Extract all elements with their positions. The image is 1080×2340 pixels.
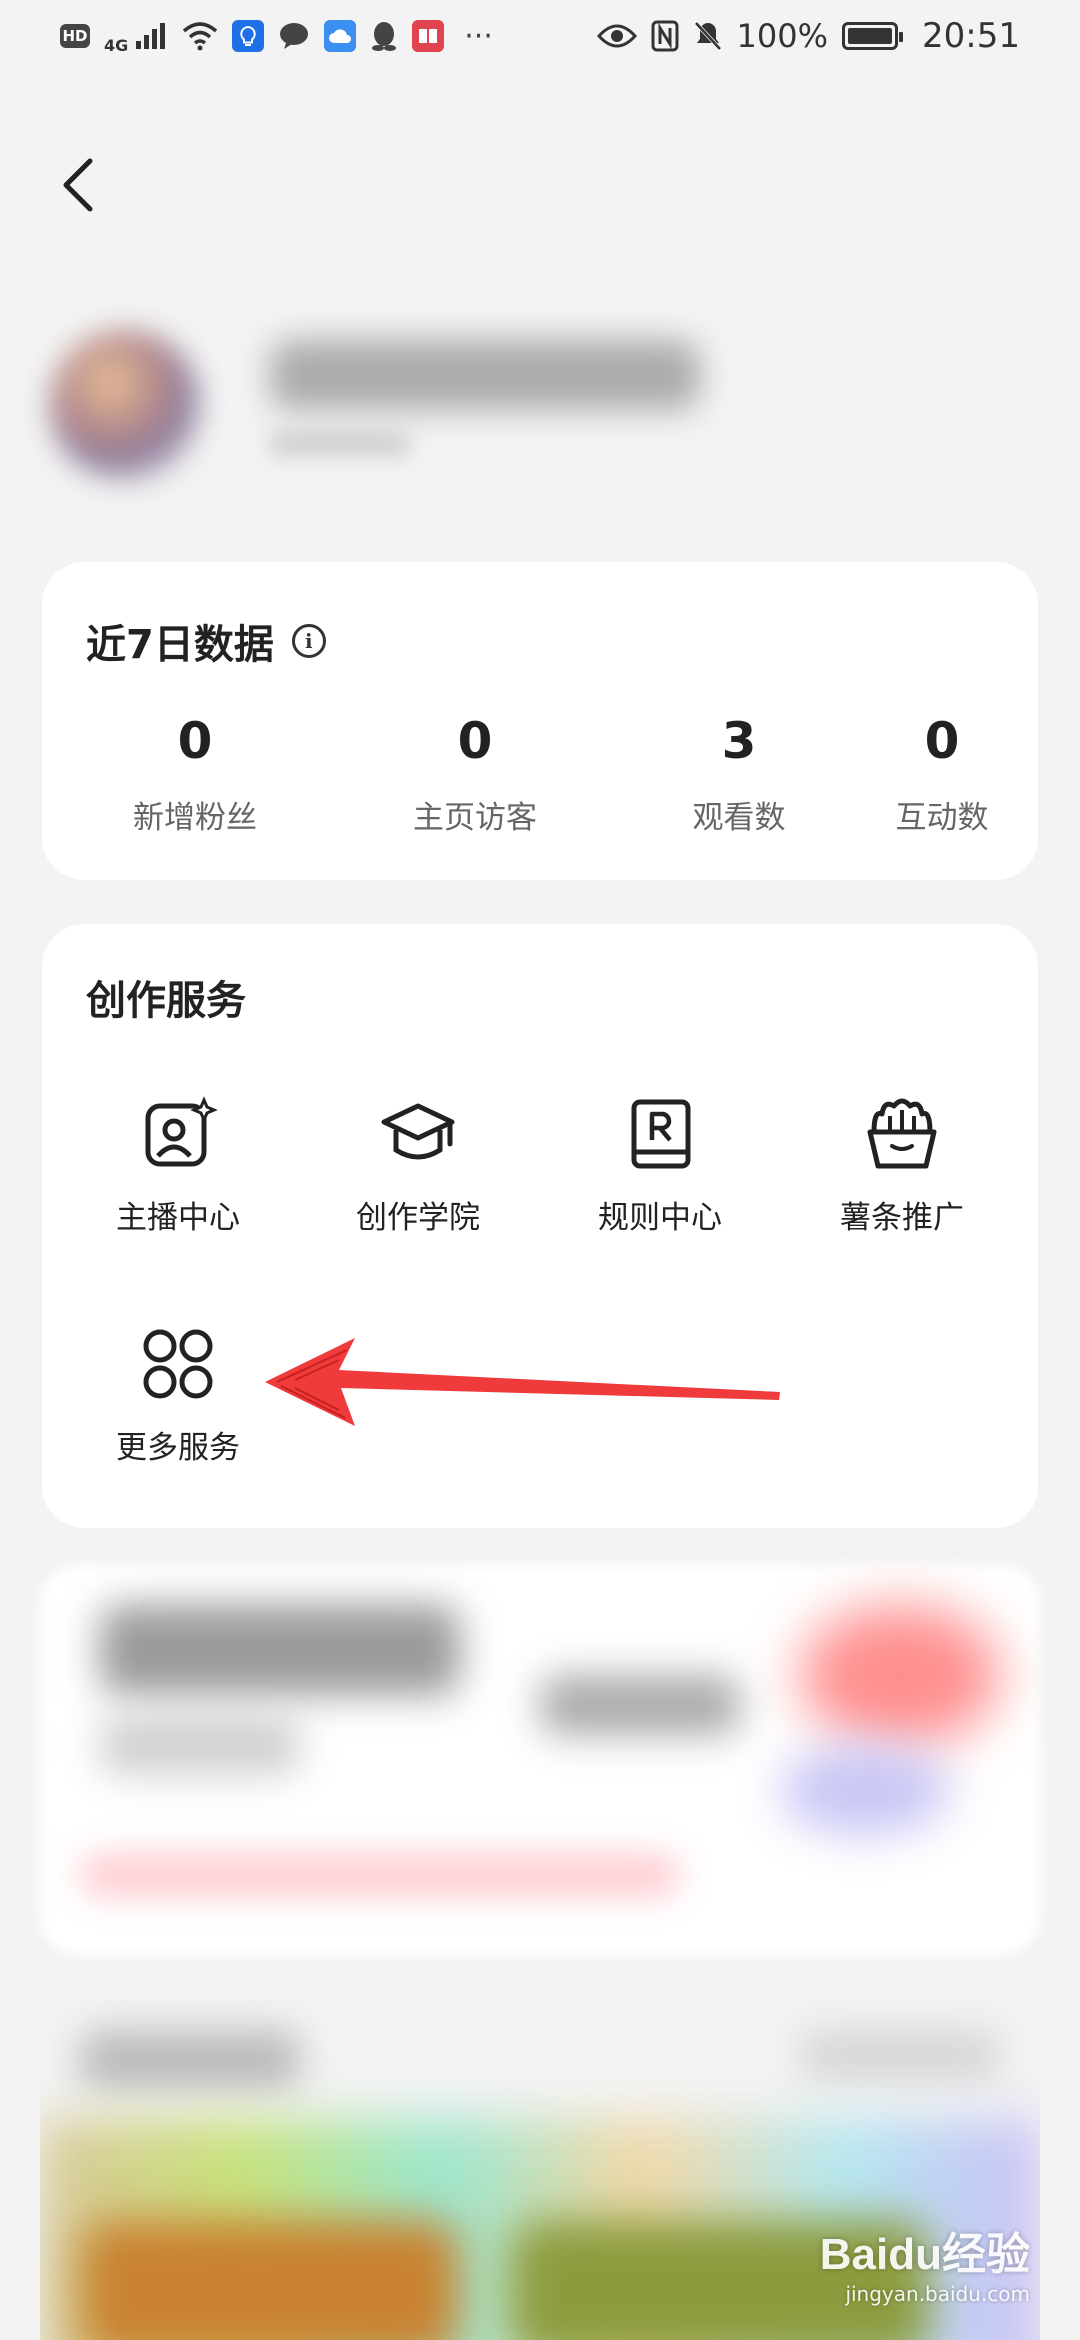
service-creation-academy[interactable]: 创作学院: [318, 1094, 518, 1237]
services-title: 创作服务: [86, 978, 246, 1024]
anchor-center-icon: [145, 1096, 218, 1167]
rules-book-icon: [631, 1099, 691, 1169]
battery-icon: [842, 22, 904, 50]
clock: 20:51: [922, 16, 1020, 56]
fries-icon: [867, 1098, 937, 1169]
service-fries-promotion[interactable]: 薯条推广: [802, 1094, 1002, 1237]
nfc-icon: [651, 20, 679, 52]
cloud-app-icon: [324, 20, 357, 52]
avatar: [50, 330, 200, 480]
status-left: HD 4G ···: [60, 18, 493, 55]
stat-label: 新增粉丝: [133, 800, 257, 836]
more-notifications-icon: ···: [464, 18, 493, 54]
stat-value: 0: [924, 712, 960, 770]
stat-profile-visitors[interactable]: 0 主页访客: [375, 712, 575, 837]
baidu-watermark: Baidu经验 jingyan.baidu.com: [820, 2218, 1030, 2306]
chevron-left-icon: [63, 158, 93, 212]
service-label: 更多服务: [116, 1430, 240, 1466]
username-blurred: [270, 340, 700, 410]
service-more-services[interactable]: 更多服务: [78, 1324, 278, 1467]
status-bar: HD 4G ··· 100% 20:51: [0, 0, 1080, 72]
eye-icon: [596, 24, 637, 48]
blurred-promo-card[interactable]: [40, 1565, 1040, 1955]
grid-circles-icon: [143, 1329, 213, 1399]
chat-bubble-icon: [280, 23, 309, 49]
recent-data-header: 近7日数据 i: [86, 612, 326, 670]
watermark-logo: Baidu经验: [819, 2230, 1030, 2279]
graduation-cap-icon: [381, 1103, 455, 1160]
stat-label: 主页访客: [413, 800, 537, 836]
status-right: 100% 20:51: [596, 16, 1020, 56]
stat-value: 3: [721, 712, 757, 770]
battery-percent: 100%: [736, 17, 829, 55]
bell-muted-icon: [694, 21, 722, 51]
user-subtitle-blurred: [270, 430, 410, 456]
watermark-url: jingyan.baidu.com: [845, 2282, 1030, 2306]
penguin-icon: [372, 22, 397, 51]
reader-app-icon: [412, 20, 445, 52]
stat-label: 互动数: [895, 800, 989, 836]
stat-views[interactable]: 3 观看数: [639, 712, 839, 837]
info-icon[interactable]: i: [291, 624, 326, 658]
network-indicator: 4G: [104, 35, 129, 55]
stat-label: 观看数: [692, 800, 786, 836]
stat-interactions[interactable]: 0 互动数: [842, 712, 1042, 837]
recent-data-card: 近7日数据 i 0 新增粉丝 0 主页访客 3 观看数 0 互动数: [42, 562, 1038, 880]
service-label: 创作学院: [356, 1200, 480, 1236]
hd-icon: HD: [60, 24, 90, 48]
back-button[interactable]: [48, 150, 108, 220]
service-anchor-center[interactable]: 主播中心: [78, 1094, 278, 1237]
profile-header[interactable]: [30, 300, 870, 520]
service-rules-center[interactable]: 规则中心: [560, 1094, 760, 1237]
stat-value: 0: [177, 712, 213, 770]
recent-data-title: 近7日数据: [86, 622, 274, 668]
stat-new-fans[interactable]: 0 新增粉丝: [95, 712, 295, 837]
lightbulb-app-icon: [232, 20, 265, 52]
annotation-arrow: [265, 1338, 780, 1426]
stats-row: 0 新增粉丝 0 主页访客 3 观看数 0 互动数: [42, 712, 1038, 852]
wifi-icon: [183, 22, 218, 51]
signal-icon: [136, 23, 166, 49]
service-label: 主播中心: [116, 1200, 240, 1236]
service-label: 规则中心: [598, 1200, 722, 1236]
service-label: 薯条推广: [840, 1200, 964, 1236]
stat-value: 0: [457, 712, 493, 770]
